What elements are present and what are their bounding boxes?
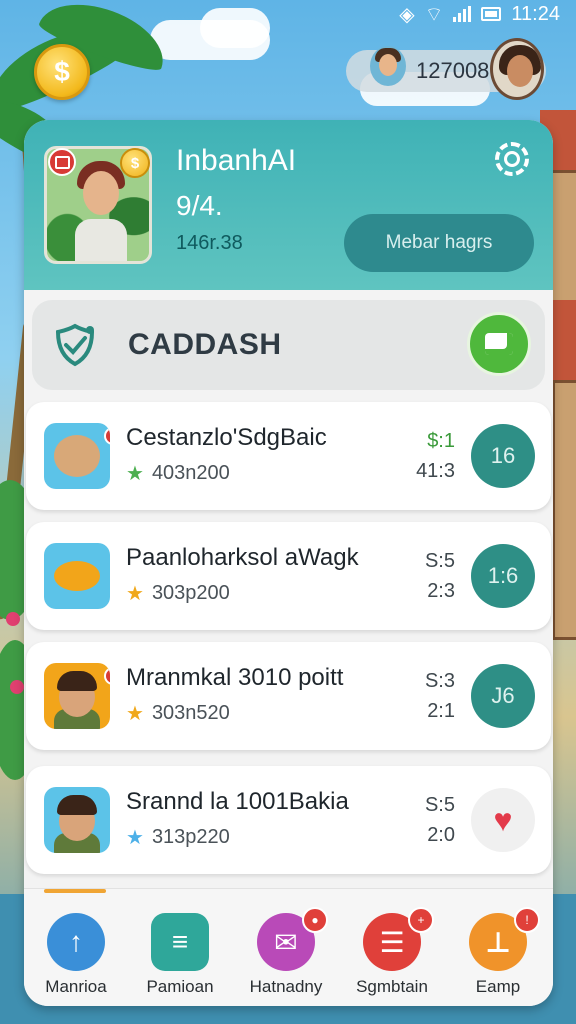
entry-sub-value: 303n520 [151,702,230,724]
cloud [200,8,270,48]
entry-value-2: 41:3 [416,460,455,482]
entry-sub: ★ 313p220 [126,826,230,849]
heart-icon[interactable]: ♥ [471,788,535,852]
entry-action-button[interactable]: 1:6 [471,544,535,608]
nav-item-hatnadny[interactable]: ✉ ● Hatnadny [236,907,336,997]
entry-value-1: S:5 [424,550,455,572]
arrow-up-icon: ↑ [47,913,105,971]
star-icon: ★ [126,462,144,485]
nav-item-pamioan[interactable]: ≡ Pamioan [130,907,230,997]
star-icon: ★ [126,582,144,605]
flower [6,612,20,626]
entry-title: Paanloharksol aWagk [126,544,359,571]
active-tab-indicator [44,889,106,893]
entry-title: Cestanzlo'SdgBaic [126,424,327,451]
entry-value-2: 2:1 [427,700,455,722]
entry-sub-value: 303p200 [151,582,230,604]
list-item[interactable]: Paanloharksol aWagk ★ 303p200 S:5 2:3 1:… [26,522,551,630]
nav-item-sgmbtain[interactable]: ☰ + Sgmbtain [342,907,442,997]
entry-sub-value: 403n200 [151,462,230,484]
gear-icon[interactable] [495,142,529,176]
entry-value-1: S:5 [424,794,455,816]
entry-thumbnail [44,663,110,729]
wifi-icon: ⌔ [424,3,444,26]
flower [10,680,24,694]
main-card: $ InbanhAI 9/4. 146r.38 Mebar hagrs CADD… [24,120,553,1006]
notification-badge-icon: + [408,907,434,933]
nav-item-eamp[interactable]: ⊥ ! Eamp [448,907,548,997]
list-item[interactable]: Srannd la 1001Bakia ★ 313p220 S:5 2:0 ♥ [26,766,551,874]
entry-sub: ★ 403n200 [126,462,230,485]
star-icon: ★ [126,826,144,849]
user-avatar[interactable] [490,38,544,100]
nav-label: Eamp [475,977,521,996]
entry-value-1: S:3 [424,670,455,692]
signal-icon [453,6,472,22]
notification-badge-icon: ● [302,907,328,933]
nav-label: Manrioa [45,977,107,996]
coin-icon[interactable]: $ [34,44,90,100]
profile-points: 146r.38 [176,232,243,254]
member-button[interactable]: Mebar hagrs [344,214,534,272]
entry-value-2: 2:3 [427,580,455,602]
card-badge-icon [48,148,76,176]
nav-label: Pamioan [146,977,214,996]
list-item[interactable]: Cestanzlo'SdgBaic ★ 403n200 $:1 41:3 16 [26,402,551,510]
entry-thumbnail [44,543,110,609]
nav-label: Hatnadny [249,977,323,996]
entry-thumbnail [44,787,110,853]
currency-value: 127008 [416,58,490,83]
entry-title: Srannd la 1001Bakia [126,788,349,815]
entry-action-button[interactable]: 16 [471,424,535,488]
profile-name: InbanhAI [176,144,297,177]
entry-value-1: $:1 [427,430,455,452]
shield-check-icon [55,323,95,367]
profile-header: $ InbanhAI 9/4. 146r.38 Mebar hagrs [24,120,553,290]
nfc-icon: ◈ [399,3,415,26]
house [552,380,576,640]
profile-level: 9/4. [176,190,223,221]
nav-item-manrioa[interactable]: ↑ Manrioa [26,907,126,997]
entry-value-2: 2:0 [427,824,455,846]
entry-action-button[interactable]: J6 [471,664,535,728]
entry-thumbnail [44,423,110,489]
notification-badge-icon: ! [514,907,540,933]
entry-sub: ★ 303p200 [126,582,230,605]
chat-icon: ≡ [151,913,209,971]
status-bar: ◈ ⌔ 11:24 [356,0,576,28]
bottom-nav: ↑ Manrioa ≡ Pamioan ✉ ● Hatnadny ☰ + Sgm… [24,888,553,1006]
coin-badge-icon: $ [120,148,150,178]
battery-icon [481,7,502,21]
wallet-button[interactable] [467,312,531,376]
cash-section[interactable]: CADDASH [32,300,545,390]
cash-title: CADDASH [128,328,282,361]
star-icon: ★ [126,702,144,725]
entry-title: Mranmkal 3010 poitt [126,664,344,691]
list-item[interactable]: Mranmkal 3010 poitt ★ 303n520 S:3 2:1 J6 [26,642,551,750]
nav-label: Sgmbtain [356,977,428,996]
entry-sub: ★ 303n520 [126,702,230,725]
status-time: 11:24 [511,2,560,25]
friend-avatar[interactable] [370,46,406,86]
entry-sub-value: 313p220 [151,826,230,848]
